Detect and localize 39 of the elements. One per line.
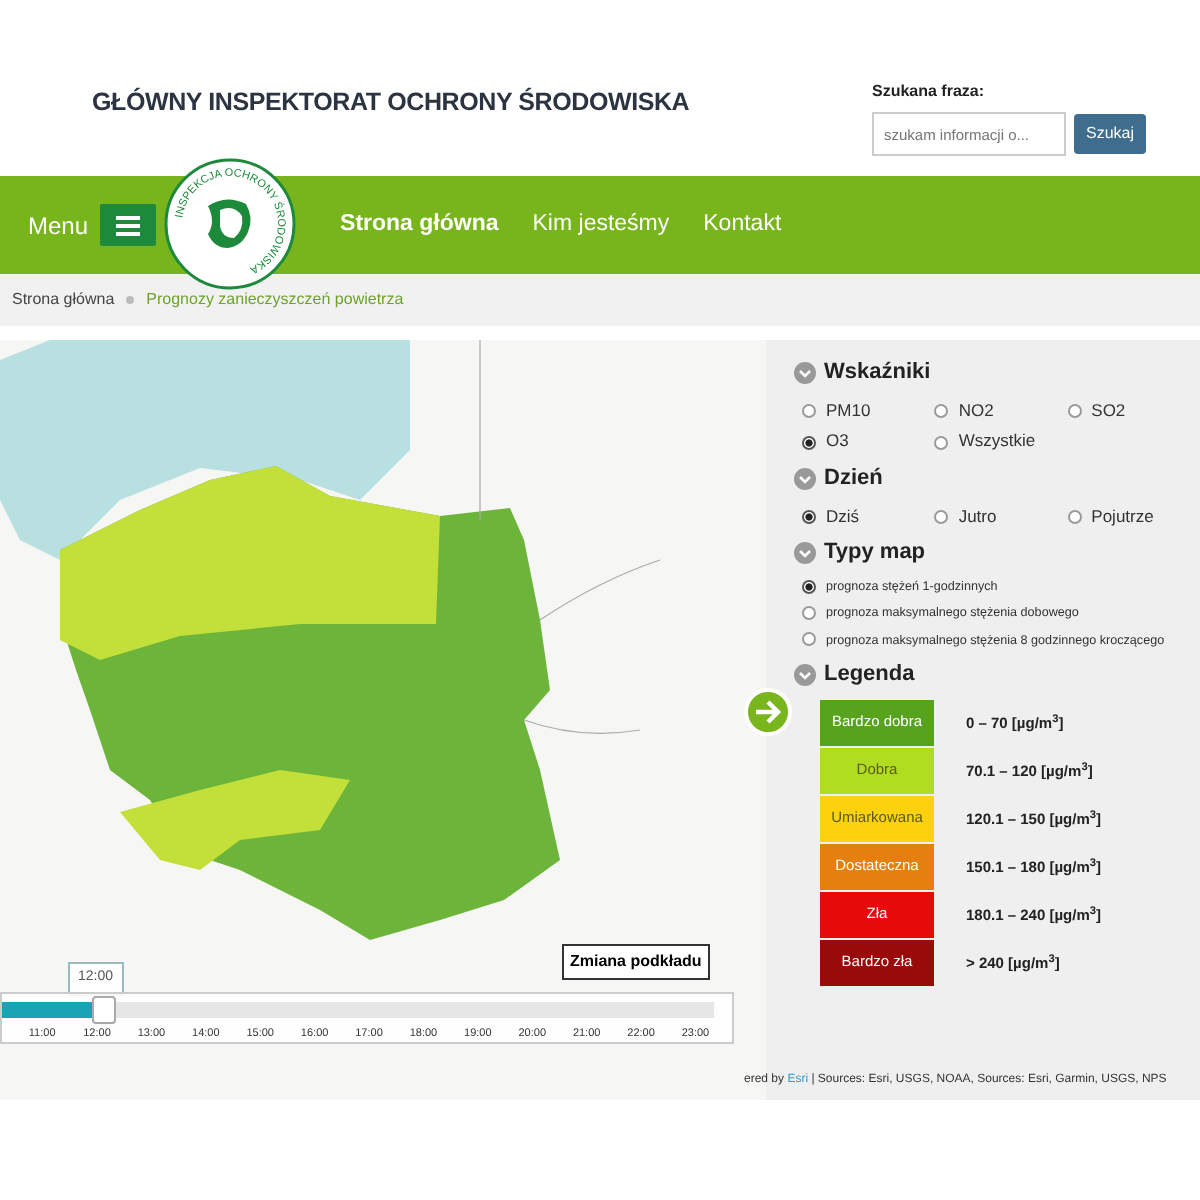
section-title: Wskaźniki bbox=[824, 358, 931, 388]
separator-icon bbox=[126, 296, 135, 304]
map-drawing[interactable] bbox=[0, 340, 766, 1100]
search-button[interactable]: Szukaj bbox=[1074, 114, 1147, 154]
search-label: Szukana fraza: bbox=[872, 80, 987, 104]
basemap-button[interactable]: Zmiana podkładu bbox=[562, 944, 710, 980]
section-title: Dzień bbox=[824, 464, 883, 494]
radio-button[interactable] bbox=[1067, 403, 1082, 418]
menu-label: Menu bbox=[28, 209, 89, 243]
arrow-right-icon bbox=[754, 700, 782, 724]
slider-thumb[interactable] bbox=[92, 996, 117, 1024]
breadcrumb-current: Prognozy zanieczyszczeń powietrza bbox=[146, 288, 404, 312]
radio-button[interactable] bbox=[802, 579, 816, 594]
menu-icon bbox=[116, 215, 141, 235]
menu-button[interactable] bbox=[100, 204, 157, 246]
radio-button[interactable] bbox=[802, 435, 816, 449]
radio-button[interactable] bbox=[802, 403, 816, 418]
radio-option[interactable]: PM10 bbox=[802, 397, 935, 423]
radio-button[interactable] bbox=[1067, 509, 1082, 524]
radio-button[interactable] bbox=[934, 403, 949, 418]
chevron-icon[interactable] bbox=[794, 467, 816, 490]
radio-button[interactable] bbox=[802, 509, 816, 524]
radio-option[interactable]: O3 bbox=[802, 428, 935, 454]
radio-button[interactable] bbox=[934, 435, 949, 449]
chevron-icon[interactable] bbox=[794, 663, 816, 686]
chevron-icon[interactable] bbox=[794, 361, 816, 384]
radio-button[interactable] bbox=[934, 509, 949, 524]
breadcrumb-link[interactable]: Strona główna bbox=[12, 288, 115, 312]
section-title: Legenda bbox=[824, 660, 915, 691]
radio-option[interactable]: Jutro bbox=[934, 503, 1068, 529]
chevron-icon[interactable] bbox=[794, 542, 816, 564]
radio-option[interactable]: NO2 bbox=[934, 397, 1068, 423]
radio-button[interactable] bbox=[802, 606, 816, 621]
radio-option[interactable]: Dziś bbox=[802, 503, 935, 529]
section-title: Typy map bbox=[824, 538, 926, 569]
radio-button[interactable] bbox=[802, 632, 816, 647]
radio-option[interactable]: Pojutrze bbox=[1067, 503, 1200, 529]
radio-option[interactable]: Wszystkie bbox=[934, 428, 1068, 454]
radio-option[interactable]: SO2 bbox=[1067, 397, 1200, 423]
